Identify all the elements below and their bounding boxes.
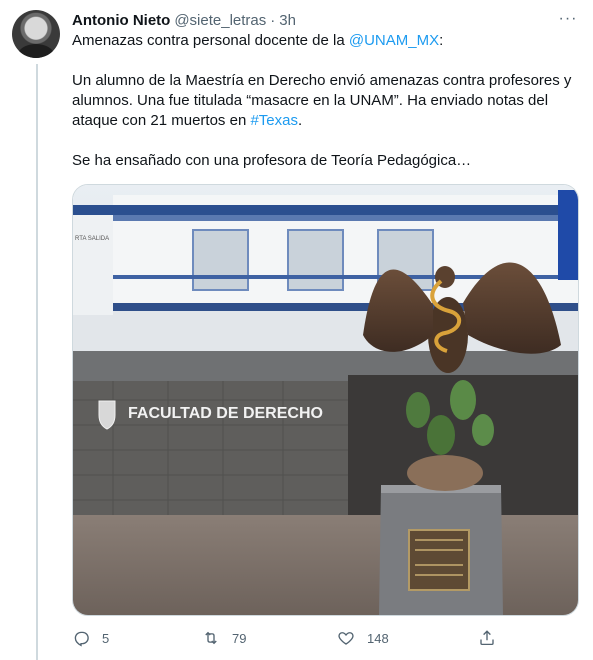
like-count: 148 <box>367 630 389 646</box>
tweet-body: Amenazas contra personal docente de la @… <box>72 31 580 171</box>
share-button[interactable] <box>478 626 496 650</box>
paragraph-2-suffix: . <box>298 112 303 129</box>
share-icon <box>480 630 494 646</box>
photo-illustration: RTA SALIDA FACULTAD DE DERECHO <box>73 185 578 615</box>
tweet-photo[interactable]: RTA SALIDA FACULTAD DE DERECHO <box>72 184 579 616</box>
author-handle[interactable]: @siete_letras <box>174 12 266 29</box>
separator-dot: · <box>270 11 276 29</box>
mention-link[interactable]: @UNAM_MX <box>349 32 439 49</box>
tweet-time[interactable]: 3h <box>279 12 296 29</box>
tweet-actions: 5 79 148 <box>72 626 502 650</box>
more-icon[interactable]: ··· <box>556 10 580 30</box>
hashtag-link[interactable]: #Texas <box>250 112 298 129</box>
reply-icon <box>74 631 89 647</box>
paragraph-1-text: Amenazas contra personal docente de la <box>72 32 349 49</box>
like-button[interactable]: 148 <box>337 626 389 650</box>
tweet-paragraph-3: Se ha ensañado con una profesora de Teor… <box>72 152 472 169</box>
avatar[interactable] <box>12 10 60 58</box>
heart-icon <box>338 632 354 645</box>
tweet-paragraph-1: Amenazas contra personal docente de la @… <box>72 31 580 51</box>
retweet-button[interactable]: 79 <box>202 626 246 650</box>
reply-button[interactable]: 5 <box>72 626 109 650</box>
retweet-icon <box>205 631 217 645</box>
paragraph-2-text: Un alumno de la Maestría en Derecho envi… <box>72 72 572 129</box>
reply-count: 5 <box>102 630 110 646</box>
author-name[interactable]: Antonio Nieto <box>72 12 170 29</box>
tweet-header: Antonio Nieto @siete_letras · 3h ··· <box>72 10 582 30</box>
thread-line <box>36 64 38 660</box>
tweet-paragraph-2: Un alumno de la Maestría en Derecho envi… <box>72 71 580 131</box>
photo-shield <box>98 400 116 430</box>
photo-small-sign: RTA SALIDA <box>75 236 109 242</box>
retweet-count: 79 <box>232 630 247 646</box>
paragraph-1-suffix: : <box>439 32 444 49</box>
avatar-figure <box>18 44 54 58</box>
photo-sign-text: FACULTAD DE DERECHO <box>128 405 323 422</box>
